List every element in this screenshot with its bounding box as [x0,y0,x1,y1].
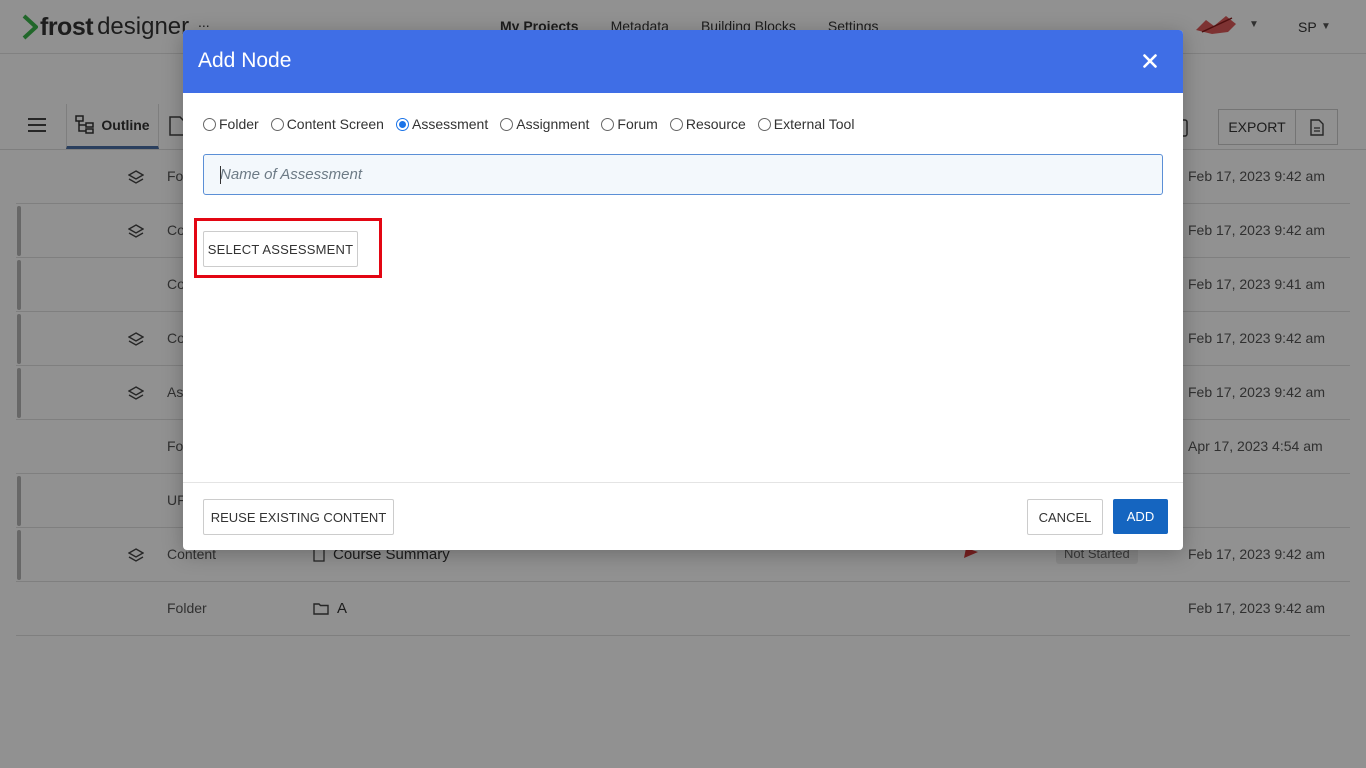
radio-button[interactable] [669,117,683,131]
radio-content-screen[interactable]: Content Screen [270,116,384,132]
radio-folder[interactable]: Folder [203,116,259,132]
node-type-radio-group: Folder Content Screen Assessment Assignment… [203,116,854,132]
radio-external-tool[interactable]: External Tool [757,116,855,132]
radio-assignment[interactable]: Assignment [500,116,589,132]
radio-label: Assessment [411,116,489,132]
radio-label: Resource [685,116,746,132]
reuse-existing-content-button[interactable]: REUSE EXISTING CONTENT [203,499,394,535]
radio-button[interactable] [395,117,409,131]
radio-button[interactable] [757,117,771,131]
add-node-dialog: Add Node Folder Content Screen Assessment A… [183,30,1183,550]
radio-forum[interactable]: Forum [601,116,658,132]
select-assessment-button[interactable]: SELECT ASSESSMENT [203,231,358,267]
radio-label: Forum [617,116,658,132]
close-icon [1143,54,1157,68]
text-cursor [220,166,221,184]
assessment-name-input[interactable] [203,154,1163,195]
dialog-header: Add Node [183,30,1183,93]
radio-label: External Tool [773,116,855,132]
radio-button[interactable] [203,117,216,131]
radio-button[interactable] [270,117,284,131]
add-button[interactable]: ADD [1113,499,1168,534]
radio-assessment[interactable]: Assessment [395,116,489,132]
radio-resource[interactable]: Resource [669,116,746,132]
close-dialog-button[interactable] [1139,50,1161,72]
radio-button[interactable] [500,117,514,131]
dialog-footer: REUSE EXISTING CONTENT CANCEL ADD [183,482,1183,550]
radio-button[interactable] [601,117,615,131]
dialog-title: Add Node [198,49,292,72]
radio-label: Folder [219,116,259,132]
radio-label: Assignment [516,116,590,132]
cancel-button[interactable]: CANCEL [1027,499,1103,535]
radio-label: Content Screen [286,116,384,132]
